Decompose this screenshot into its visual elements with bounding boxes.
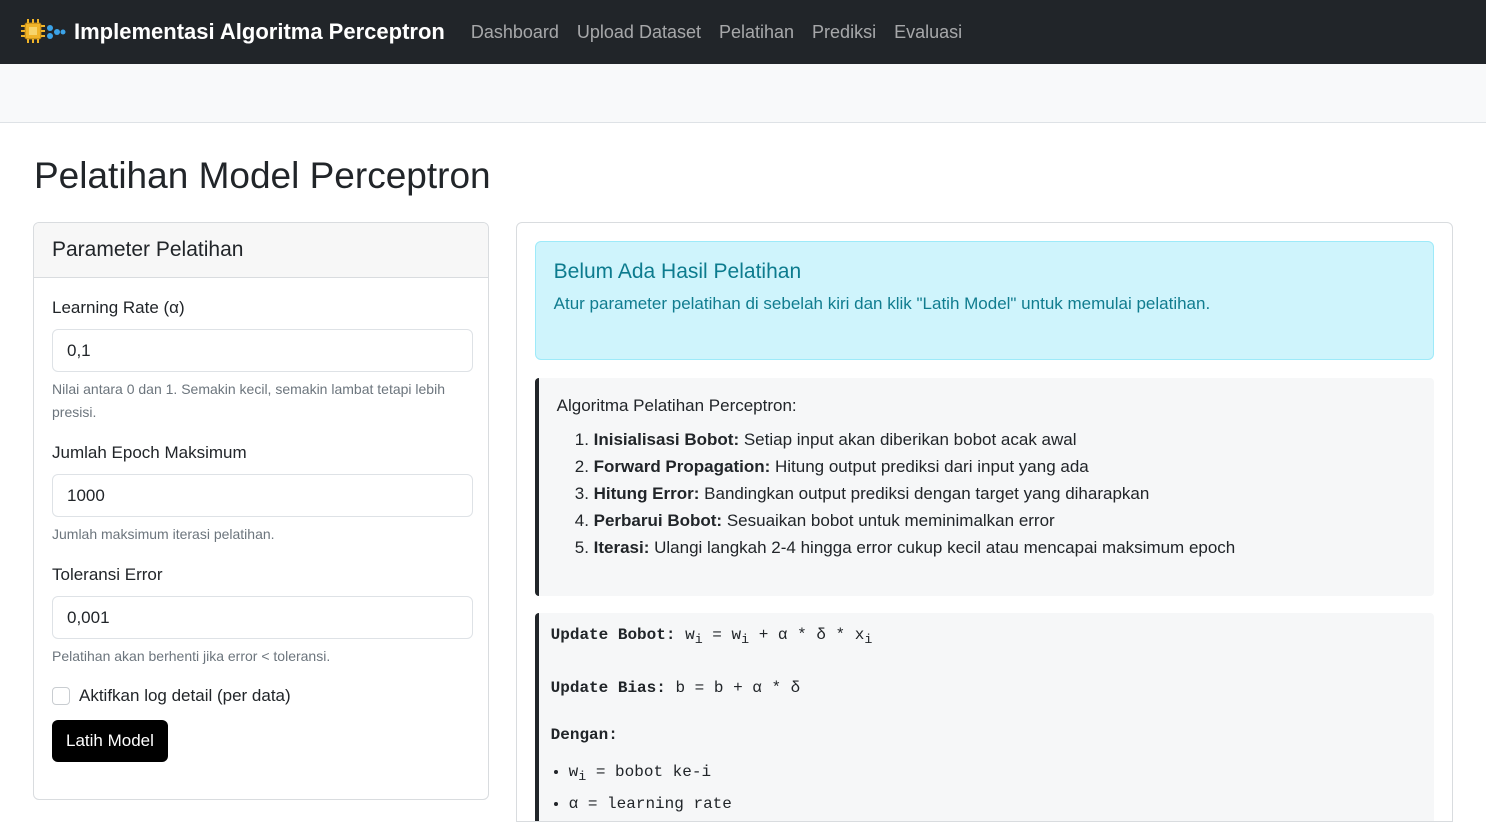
weight-sub: i [864,633,873,649]
update-weight-label: Update Bobot: [550,626,676,644]
learning-rate-input[interactable] [52,329,473,372]
weight-sub: i [694,633,703,649]
algorithm-step: Hitung Error: Bandingkan output prediksi… [594,480,1416,507]
sub-header-bar [0,64,1486,123]
algorithm-title: Algoritma Pelatihan Perceptron: [556,396,797,415]
step-desc: Ulangi langkah 2-4 hingga error cukup ke… [649,538,1236,557]
epoch-group: Jumlah Epoch Maksimum Jumlah maksimum it… [52,442,473,546]
params-card: Parameter Pelatihan Learning Rate (α) Ni… [33,222,489,800]
step-desc: Bandingkan output prediksi dengan target… [699,484,1150,503]
log-detail-label[interactable]: Aktifkan log detail (per data) [79,686,291,706]
algorithm-step: Iterasi: Ulangi langkah 2-4 hingga error… [594,534,1416,561]
tolerance-group: Toleransi Error Pelatihan akan berhenti … [52,564,473,668]
nav-link-pelatihan[interactable]: Pelatihan [719,22,794,43]
formula-definitions: wi = bobot ke-i α = learning rate [551,759,1422,818]
alert-title: Belum Ada Hasil Pelatihan [553,260,802,283]
nav-link-prediksi[interactable]: Prediksi [812,22,876,43]
step-name: Perbarui Bobot: [593,511,723,530]
algorithm-steps: Inisialisasi Bobot: Setiap input akan di… [557,426,1416,561]
with-line: Dengan: [551,725,1422,745]
update-bias-expr: b = b + α * δ [665,679,801,698]
algorithm-step: Perbarui Bobot: Sesuaikan bobot untuk me… [594,507,1416,534]
top-navbar: Implementasi Algoritma Perceptron Dashbo… [0,0,1486,64]
formula-box: Update Bobot: wi = wi + α * δ * xi Updat… [534,613,1434,821]
update-bias-label: Update Bias: [550,679,666,698]
algorithm-step: Inisialisasi Bobot: Setiap input akan di… [594,426,1416,453]
log-detail-checkbox[interactable] [52,687,70,705]
brand[interactable]: Implementasi Algoritma Perceptron [20,18,471,46]
weight-w: w [731,626,742,644]
weight-sub: i [741,633,750,649]
epoch-help: Jumlah maksimum iterasi pelatihan. [52,526,275,542]
list-item: α = learning rate [569,791,1422,818]
def-w: w [568,763,579,782]
content-row: Parameter Pelatihan Learning Rate (α) Ni… [33,222,1453,822]
main-container: Pelatihan Model Perceptron Parameter Pel… [0,153,1486,822]
update-weight-formula: Update Bobot: wi = wi + α * δ * xi [550,626,873,649]
epoch-input[interactable] [52,474,473,517]
train-model-button[interactable]: Latih Model [52,720,168,762]
weight-mid: + α * δ * x [749,626,865,644]
step-name: Iterasi: [593,538,650,557]
chip-logo-icon [21,19,66,43]
step-desc: Sesuaikan bobot untuk meminimalkan error [722,511,1055,530]
nav-link-evaluasi[interactable]: Evaluasi [894,22,962,43]
learning-rate-label: Learning Rate (α) [52,298,185,317]
algorithm-box: Algoritma Pelatihan Perceptron: Inisiali… [534,378,1434,596]
brand-title: Implementasi Algoritma Perceptron [74,19,445,44]
weight-w: w [685,626,695,644]
params-form: Learning Rate (α) Nilai antara 0 dan 1. … [34,278,488,781]
step-name: Inisialisasi Bobot: [593,430,740,449]
algorithm-step: Forward Propagation: Hitung output predi… [594,453,1416,480]
step-name: Hitung Error: [593,484,700,503]
params-card-header: Parameter Pelatihan [34,223,488,278]
nav-link-dashboard[interactable]: Dashboard [471,22,559,43]
no-result-alert: Belum Ada Hasil Pelatihan Atur parameter… [534,241,1434,360]
step-desc: Hitung output prediksi dari input yang a… [770,457,1089,476]
step-desc: Setiap input akan diberikan bobot acak a… [739,430,1077,449]
learning-rate-group: Learning Rate (α) Nilai antara 0 dan 1. … [52,297,473,424]
def-rest: = bobot ke-i [586,763,712,782]
alert-text: Atur parameter pelatihan di sebelah kiri… [553,294,1211,313]
learning-rate-help: Nilai antara 0 dan 1. Semakin kecil, sem… [52,381,445,420]
tolerance-input[interactable] [52,596,473,639]
tolerance-help: Pelatihan akan berhenti jika error < tol… [52,648,331,664]
page-title: Pelatihan Model Perceptron [34,155,491,196]
tolerance-label: Toleransi Error [52,565,163,584]
epoch-label: Jumlah Epoch Maksimum [52,443,247,462]
with-label: Dengan: [550,726,618,745]
log-detail-row: Aktifkan log detail (per data) [52,686,470,706]
result-card: Belum Ada Hasil Pelatihan Atur parameter… [515,222,1453,822]
list-item: wi = bobot ke-i [569,759,1422,791]
nav-link-upload-dataset[interactable]: Upload Dataset [577,22,701,43]
step-name: Forward Propagation: [593,457,771,476]
update-bias-formula: Update Bias: b = b + α * δ [551,678,1422,698]
